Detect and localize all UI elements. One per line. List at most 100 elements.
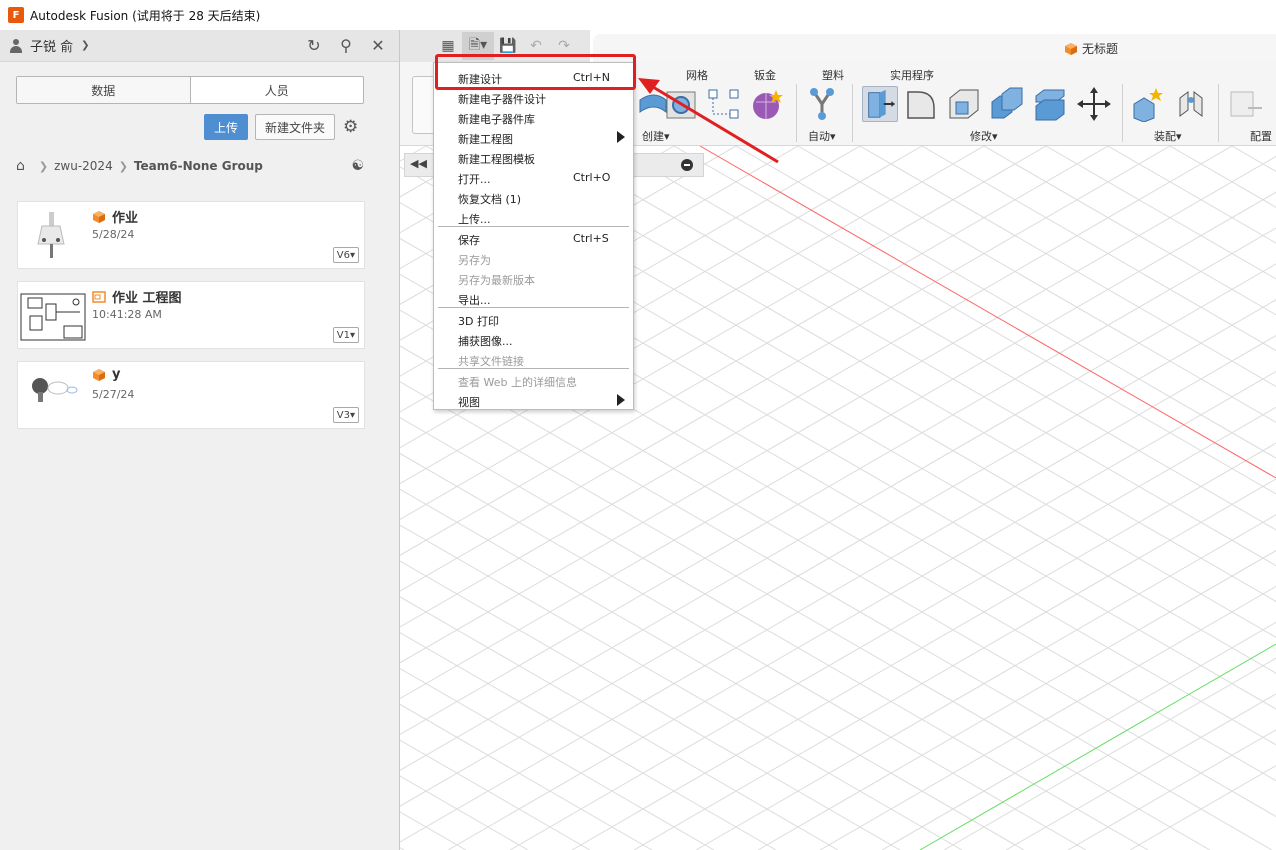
close-icon[interactable]: ✕ bbox=[369, 36, 387, 55]
menu-item-open[interactable]: 打开... Ctrl+O bbox=[434, 167, 633, 187]
drawing-icon bbox=[92, 290, 106, 303]
menu-item-save-as-latest[interactable]: 另存为最新版本 bbox=[434, 268, 633, 288]
file-card[interactable]: 作业 工程图 10:41:28 AM V1 ▾ bbox=[17, 281, 365, 349]
design-cube-icon bbox=[93, 210, 105, 223]
menu-item-new-drawing-template[interactable]: 新建工程图模板 bbox=[434, 147, 633, 167]
design-cube-icon bbox=[93, 368, 105, 381]
new-folder-button[interactable]: 新建文件夹 bbox=[255, 114, 335, 140]
file-date: 10:41:28 AM bbox=[92, 308, 162, 321]
menu-item-3d-print[interactable]: 3D 打印 bbox=[434, 309, 633, 329]
menu-item-label: 保存 bbox=[458, 234, 480, 247]
version-label: V1 bbox=[336, 329, 350, 341]
design-cube-icon bbox=[1065, 42, 1077, 55]
automate-icon[interactable] bbox=[804, 86, 840, 122]
menu-item-label: 新建工程图 bbox=[458, 133, 513, 146]
file-menu: 新建设计 Ctrl+N 新建电子器件设计 新建电子器件库 新建工程图 新建工程图模板 打开.… bbox=[433, 62, 634, 410]
tab-plastic[interactable]: 塑料 bbox=[822, 67, 844, 83]
user-icon bbox=[10, 38, 22, 53]
y-axis-line bbox=[919, 643, 1276, 850]
menu-item-label: 捕获图像... bbox=[458, 335, 513, 348]
form-icon[interactable] bbox=[748, 86, 784, 122]
caret-down-icon: ▾ bbox=[349, 249, 355, 261]
menu-item-label: 恢复文档 (1) bbox=[458, 193, 522, 206]
user-name[interactable]: 子锐 俞 bbox=[30, 36, 73, 55]
document-title: 无标题 bbox=[1082, 42, 1119, 56]
globe-icon[interactable]: ☯ bbox=[351, 158, 364, 174]
pattern-icon[interactable] bbox=[706, 86, 742, 122]
tab-sheet-metal[interactable]: 钣金 bbox=[754, 67, 776, 83]
menu-item-new-electronics-design[interactable]: 新建电子器件设计 bbox=[434, 87, 633, 107]
document-tab-bar bbox=[593, 34, 1276, 62]
caret-down-icon: ▾ bbox=[349, 409, 355, 421]
file-card[interactable]: 作业 5/28/24 V6 ▾ bbox=[17, 201, 365, 269]
hole-icon[interactable] bbox=[664, 86, 700, 122]
menu-item-save[interactable]: 保存 Ctrl+S bbox=[434, 228, 633, 248]
menu-item-label: 3D 打印 bbox=[458, 315, 499, 328]
split-body-icon[interactable] bbox=[1032, 86, 1068, 122]
menu-item-recover-documents[interactable]: 恢复文档 (1) bbox=[434, 187, 633, 207]
tab-data[interactable]: 数据 bbox=[17, 77, 191, 103]
upload-button[interactable]: 上传 bbox=[204, 114, 248, 140]
menu-item-view-details-on-web[interactable]: 查看 Web 上的详细信息 bbox=[434, 370, 633, 390]
menu-item-label: 另存为 bbox=[458, 254, 491, 267]
group-modify-label: 修改 bbox=[970, 130, 992, 143]
group-create[interactable]: 创建▾ bbox=[642, 128, 670, 144]
menu-item-shortcut: Ctrl+O bbox=[573, 171, 611, 184]
breadcrumb: ⌂ ❯ zwu-2024 ❯ Team6-None Group ☯ bbox=[16, 156, 364, 176]
menu-item-new-drawing[interactable]: 新建工程图 bbox=[434, 127, 633, 147]
document-tab[interactable]: 无标题 bbox=[1064, 40, 1118, 57]
breadcrumb-separator-icon: ❯ bbox=[38, 159, 49, 173]
data-panel: 子锐 俞 ❯ ↻ ⚲ ✕ 数据 人员 上传 新建文件夹 ⚙ ⌂ ❯ zwu-20… bbox=[0, 30, 400, 850]
shell-icon[interactable] bbox=[946, 86, 982, 122]
minimize-icon[interactable] bbox=[681, 159, 693, 171]
combine-icon[interactable] bbox=[988, 86, 1024, 122]
window-title: Autodesk Fusion (试用将于 28 天后结束) bbox=[30, 8, 261, 23]
submenu-arrow-icon bbox=[617, 394, 625, 406]
menu-item-save-as[interactable]: 另存为 bbox=[434, 248, 633, 268]
version-dropdown[interactable]: V1 ▾ bbox=[332, 327, 359, 343]
joint-icon[interactable] bbox=[1174, 86, 1210, 122]
menu-item-label: 打开... bbox=[458, 173, 491, 186]
menu-item-upload[interactable]: 上传... bbox=[434, 207, 633, 227]
menu-item-export[interactable]: 导出... bbox=[434, 288, 633, 308]
refresh-icon[interactable]: ↻ bbox=[305, 36, 323, 55]
menu-item-view[interactable]: 视图 bbox=[434, 390, 633, 410]
data-people-toggle: 数据 人员 bbox=[16, 76, 364, 104]
new-component-icon[interactable] bbox=[1130, 86, 1166, 122]
breadcrumb-hub[interactable]: zwu-2024 bbox=[54, 159, 113, 173]
search-icon[interactable]: ⚲ bbox=[337, 36, 355, 55]
press-pull-icon[interactable] bbox=[862, 86, 898, 122]
group-modify[interactable]: 修改▾ bbox=[970, 128, 998, 144]
group-divider bbox=[1122, 84, 1123, 142]
group-automate[interactable]: 自动▾ bbox=[808, 128, 836, 144]
configure-icon[interactable] bbox=[1228, 86, 1264, 122]
fusion-app-icon: F bbox=[8, 7, 24, 23]
file-date: 5/27/24 bbox=[92, 388, 135, 401]
tab-people[interactable]: 人员 bbox=[191, 77, 364, 103]
group-assemble[interactable]: 装配▾ bbox=[1154, 128, 1182, 144]
breadcrumb-separator-icon: ❯ bbox=[118, 159, 128, 173]
tab-mesh[interactable]: 网格 bbox=[686, 67, 708, 83]
breadcrumb-project[interactable]: Team6-None Group bbox=[134, 159, 263, 173]
move-icon[interactable] bbox=[1076, 86, 1112, 122]
tab-utilities[interactable]: 实用程序 bbox=[890, 67, 934, 83]
version-dropdown[interactable]: V6 ▾ bbox=[332, 247, 359, 263]
menu-item-label: 共享文件链接 bbox=[458, 355, 524, 368]
file-name: 作业 bbox=[112, 211, 139, 226]
x-axis-line bbox=[699, 146, 1276, 479]
gear-icon[interactable]: ⚙ bbox=[343, 118, 358, 136]
menu-item-capture-image[interactable]: 捕获图像... bbox=[434, 329, 633, 349]
collapse-left-icon[interactable]: ◀◀ bbox=[410, 157, 427, 170]
file-name: y bbox=[112, 367, 121, 382]
menu-separator bbox=[438, 226, 629, 227]
fillet-icon[interactable] bbox=[904, 86, 940, 122]
chevron-down-icon[interactable]: ❯ bbox=[81, 40, 89, 51]
menu-item-new-electronics-library[interactable]: 新建电子器件库 bbox=[434, 107, 633, 127]
title-bar: F Autodesk Fusion (试用将于 28 天后结束) bbox=[0, 0, 1276, 30]
version-dropdown[interactable]: V3 ▾ bbox=[332, 407, 359, 423]
home-icon[interactable]: ⌂ bbox=[16, 158, 25, 174]
menu-item-label: 新建电子器件设计 bbox=[458, 93, 546, 106]
file-card[interactable]: y 5/27/24 V3 ▾ bbox=[17, 361, 365, 429]
menu-item-share-public-link[interactable]: 共享文件链接 bbox=[434, 349, 633, 369]
file-thumbnail bbox=[20, 364, 86, 426]
